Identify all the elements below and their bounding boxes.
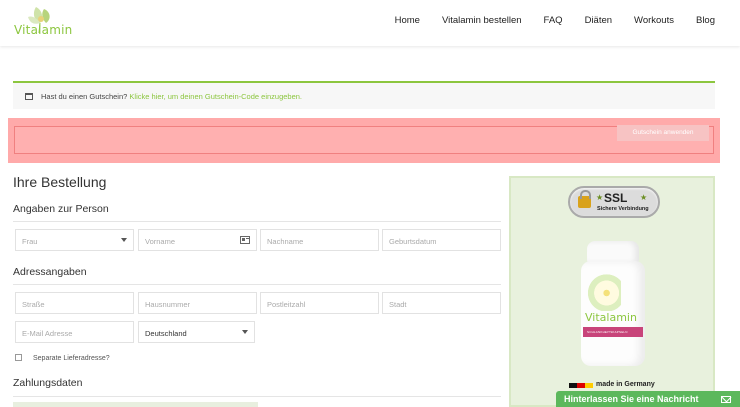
made-in-germany: made in Germany: [596, 381, 655, 388]
ssl-badge: ★ ★ SSL Sichere Verbindung: [568, 186, 660, 218]
ssl-title: SSL: [604, 191, 628, 205]
coupon-reveal-link[interactable]: Klicke hier, um deinen Gutschein-Code ei…: [129, 92, 302, 101]
calendar-icon: [25, 93, 33, 100]
email-placeholder: E-Mail Adresse: [22, 329, 73, 338]
birthdate-placeholder: Geburtsdatum: [389, 237, 437, 246]
bottle-cap: [587, 241, 639, 263]
city-placeholder: Stadt: [389, 300, 407, 309]
main-nav: Home Vitalamin bestellen FAQ Diäten Work…: [395, 15, 715, 26]
zip-field[interactable]: Postleitzahl: [260, 292, 379, 314]
order-title: Ihre Bestellung: [13, 174, 107, 190]
chevron-down-icon: [121, 238, 127, 242]
chat-widget-button[interactable]: Hinterlassen Sie eine Nachricht: [556, 391, 740, 407]
chat-label: Hinterlassen Sie eine Nachricht: [564, 394, 699, 404]
nav-blog[interactable]: Blog: [696, 15, 715, 26]
nav-workouts[interactable]: Workouts: [634, 15, 674, 26]
mail-icon: [721, 396, 731, 403]
separate-delivery-label[interactable]: Separate Lieferadresse?: [33, 355, 110, 362]
id-card-icon: [240, 236, 250, 244]
nav-vitalamin-bestellen[interactable]: Vitalamin bestellen: [442, 15, 522, 26]
chevron-down-icon: [242, 330, 248, 334]
street-field[interactable]: Straße: [15, 292, 134, 314]
person-heading: Angaben zur Person: [13, 203, 109, 215]
last-name-placeholder: Nachname: [267, 237, 304, 246]
email-field[interactable]: E-Mail Adresse: [15, 321, 134, 343]
site-header: Vitalamin Home Vitalamin bestellen FAQ D…: [0, 0, 740, 46]
nav-faq[interactable]: FAQ: [544, 15, 563, 26]
divider: [13, 396, 501, 397]
product-band-text: SCHLANKHEITSKAPSELN: [587, 330, 628, 334]
logo-text[interactable]: Vitalamin: [14, 23, 72, 37]
star-icon: ★: [640, 193, 648, 202]
street-placeholder: Straße: [22, 300, 45, 309]
coupon-notice: Hast du einen Gutschein? Klicke hier, um…: [13, 81, 715, 109]
country-value: Deutschland: [145, 329, 187, 338]
flag-gold: [585, 383, 593, 388]
address-heading: Adressangaben: [13, 266, 87, 278]
flag-black: [569, 383, 577, 388]
first-name-placeholder: Vorname: [145, 237, 176, 246]
order-sidebar: ★ ★ SSL Sichere Verbindung Vitalamin SCH…: [509, 176, 715, 407]
country-select[interactable]: Deutschland: [138, 321, 255, 343]
payment-heading: Zahlungsdaten: [13, 377, 83, 389]
nav-home[interactable]: Home: [395, 15, 420, 26]
house-number-field[interactable]: Hausnummer: [138, 292, 257, 314]
flower-icon: [585, 271, 621, 311]
coupon-form: Gutschein anwenden: [8, 118, 720, 163]
divider: [13, 221, 501, 222]
lock-icon: [578, 190, 591, 208]
last-name-field[interactable]: Nachname: [260, 229, 379, 251]
first-name-field[interactable]: Vorname: [138, 229, 257, 251]
house-number-placeholder: Hausnummer: [145, 300, 191, 309]
coupon-question: Hast du einen Gutschein?: [41, 92, 128, 101]
salutation-select[interactable]: Frau: [15, 229, 134, 251]
product-brand: Vitalamin: [585, 311, 637, 324]
separate-delivery-checkbox[interactable]: [15, 354, 22, 361]
birthdate-field[interactable]: Geburtsdatum: [382, 229, 501, 251]
payment-options[interactable]: [13, 402, 258, 407]
zip-placeholder: Postleitzahl: [267, 300, 306, 309]
divider: [13, 284, 501, 285]
salutation-value: Frau: [22, 237, 38, 246]
flag-red: [577, 383, 585, 388]
coupon-notice-text: Hast du einen Gutschein? Klicke hier, um…: [41, 92, 302, 101]
ssl-subtitle: Sichere Verbindung: [597, 206, 649, 212]
nav-diaeten[interactable]: Diäten: [585, 15, 612, 26]
city-field[interactable]: Stadt: [382, 292, 501, 314]
coupon-code-input[interactable]: [14, 126, 714, 154]
star-icon: ★: [596, 193, 604, 202]
product-image: Vitalamin SCHLANKHEITSKAPSELN: [579, 241, 647, 366]
apply-coupon-button[interactable]: Gutschein anwenden: [617, 125, 709, 141]
